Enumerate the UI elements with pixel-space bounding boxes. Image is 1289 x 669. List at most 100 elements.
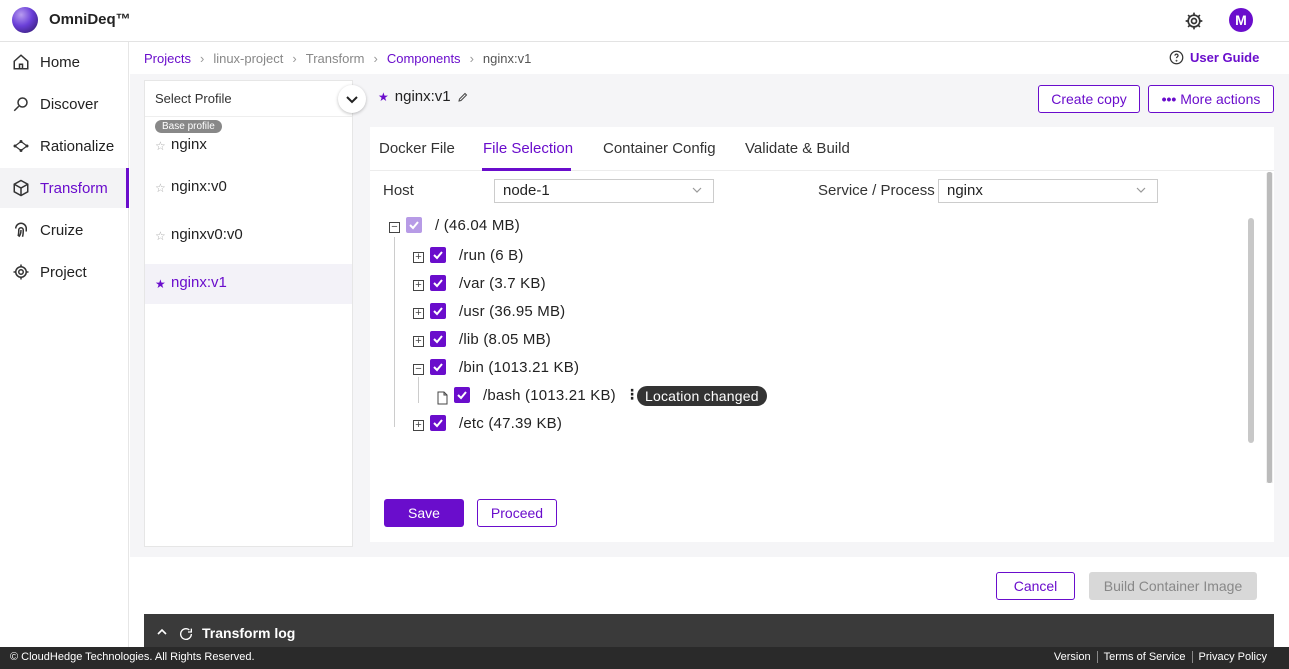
star-filled-icon[interactable]: ★ [155,277,166,291]
profile-item-nginx-v1[interactable]: ★ nginx:v1 [145,264,352,304]
sidebar-item-label: Transform [40,179,108,197]
sidebar-item-rationalize[interactable]: Rationalize [0,126,129,166]
breadcrumb: Projects › linux-project › Transform › C… [144,51,531,66]
rationalize-icon [13,140,29,152]
tree-label: /run (6 B) [459,247,524,264]
tab-validate-build[interactable]: Validate & Build [745,140,850,157]
sidebar-item-discover[interactable]: Discover [0,84,129,124]
edit-pencil-icon[interactable] [457,91,469,103]
profile-select-label: Select Profile [155,91,232,106]
star-outline-icon[interactable]: ☆ [155,139,166,153]
sidebar-item-label: Project [40,263,87,281]
checkbox-etc[interactable] [430,415,446,431]
star-outline-icon[interactable]: ☆ [155,181,166,195]
profile-item-nginx-v0[interactable]: ☆ nginx:v0 [145,177,352,217]
checkbox-root[interactable] [406,217,422,233]
base-profile-badge: Base profile [155,120,222,133]
tree-row-lib: + /lib (8.05 MB) [370,327,770,351]
tree-scrollbar-thumb[interactable] [1248,218,1254,443]
expand-icon[interactable]: + [413,420,424,431]
top-bar: OmniDeq™ M [0,0,1289,42]
profile-item-nginxv0-v0[interactable]: ☆ nginxv0:v0 [145,225,352,265]
checkbox-bin[interactable] [430,359,446,375]
build-container-image-button: Build Container Image [1089,572,1257,600]
checkbox-run[interactable] [430,247,446,263]
more-actions-button[interactable]: ••• More actions [1148,85,1274,113]
sidebar-item-label: Home [40,53,81,71]
omnideq-logo-icon[interactable] [12,7,38,33]
checkbox-lib[interactable] [430,331,446,347]
tab-container-config[interactable]: Container Config [603,140,716,157]
breadcrumb-transform: Transform [305,51,365,66]
profile-select[interactable]: Select Profile [145,81,366,117]
footer-links: Version Terms of Service Privacy Policy [1048,651,1273,663]
star-outline-icon[interactable]: ☆ [155,229,166,243]
chevron-down-icon [346,96,358,104]
proceed-button[interactable]: Proceed [477,499,557,527]
profile-select-toggle[interactable] [338,85,366,113]
breadcrumb-separator: › [199,51,205,66]
profile-panel: Select Profile Base profile ☆ nginx ☆ ng… [144,80,366,547]
service-process-select[interactable]: nginx [938,179,1158,203]
copyright-text: © CloudHedge Technologies. All Rights Re… [10,651,255,663]
footer-link-terms[interactable]: Terms of Service [1096,651,1192,663]
tab-docker-file[interactable]: Docker File [379,140,455,157]
profile-item-nginx[interactable]: ☆ nginx [145,135,352,175]
breadcrumb-bar: Projects › linux-project › Transform › C… [130,42,1289,74]
sidebar-item-project[interactable]: Project [0,252,129,292]
page-footer: © CloudHedge Technologies. All Rights Re… [0,647,1289,669]
host-label: Host [383,182,414,199]
sidebar-item-label: Rationalize [40,137,115,155]
settings-gear-icon[interactable] [1184,11,1204,31]
sidebar-item-label: Cruize [40,221,84,239]
main-content: Projects › linux-project › Transform › C… [130,42,1289,557]
checkbox-usr[interactable] [430,303,446,319]
breadcrumb-separator: › [292,51,297,66]
tab-bar: Docker File File Selection Container Con… [370,127,1274,171]
tree-label: /var (3.7 KB) [459,275,546,292]
expand-icon[interactable]: + [413,336,424,347]
sidebar: Home Discover Rationalize Transform Crui… [0,42,129,652]
checkbox-var[interactable] [430,275,446,291]
expand-icon[interactable]: + [413,280,424,291]
profile-name: nginx:v1 [171,274,227,291]
expand-icon[interactable]: + [413,308,424,319]
user-guide-link[interactable]: User Guide [1169,50,1259,65]
sidebar-item-home[interactable]: Home [0,42,129,82]
home-icon [13,54,29,70]
breadcrumb-components[interactable]: Components [387,51,461,66]
file-icon [437,391,448,405]
cancel-button[interactable]: Cancel [996,572,1075,600]
card-scrollbar-thumb[interactable] [1267,172,1272,483]
footer-link-privacy[interactable]: Privacy Policy [1191,651,1273,663]
cube-icon [13,179,29,197]
tree-label: /usr (36.95 MB) [459,303,566,320]
collapse-icon[interactable]: − [413,364,424,375]
help-icon [1169,50,1184,65]
save-button[interactable]: Save [384,499,464,527]
file-selection-card: Docker File File Selection Container Con… [370,127,1274,542]
checkbox-bash[interactable] [454,387,470,403]
tree-row-bash: /bash (1013.21 KB) ⋮ Location changed [370,383,870,407]
tree-row-bin: − /bin (1013.21 KB) [370,355,770,379]
create-copy-button[interactable]: Create copy [1038,85,1140,113]
gear-icon [13,264,29,280]
sidebar-item-cruize[interactable]: Cruize [0,210,129,250]
sidebar-item-transform[interactable]: Transform [0,168,129,208]
star-filled-icon: ★ [378,89,389,104]
breadcrumb-separator: › [373,51,378,66]
chevron-up-icon[interactable] [156,626,168,638]
host-value: node-1 [503,182,550,199]
collapse-icon[interactable]: − [389,222,400,233]
expand-icon[interactable]: + [413,252,424,263]
footer-link-version[interactable]: Version [1048,651,1097,663]
tab-file-selection[interactable]: File Selection [483,140,573,157]
user-guide-label: User Guide [1190,50,1260,65]
tree-row-var: + /var (3.7 KB) [370,271,770,295]
tree-row-run: + /run (6 B) [370,243,770,267]
breadcrumb-projects[interactable]: Projects [144,51,191,66]
profile-name: nginx [171,136,207,153]
tree-row-etc: + /etc (47.39 KB) [370,411,770,435]
user-avatar[interactable]: M [1229,8,1253,32]
host-select[interactable]: node-1 [494,179,714,203]
